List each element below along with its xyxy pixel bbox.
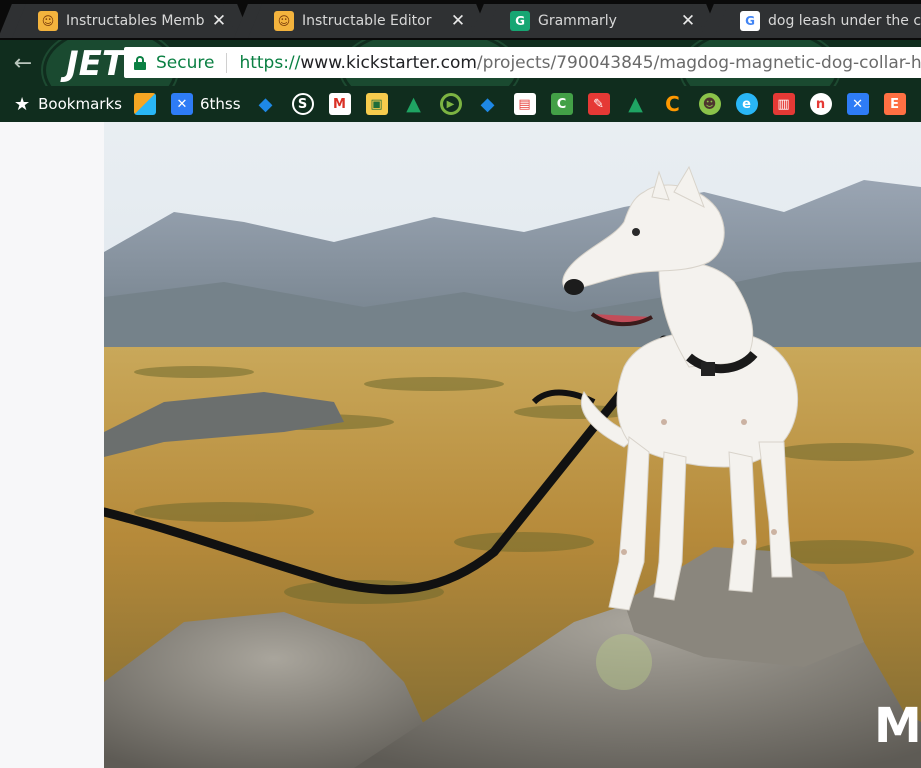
hero-image: M <box>104 122 921 768</box>
dog-on-rock-photo: M <box>104 122 921 768</box>
url-host: www.kickstarter.com <box>300 52 477 73</box>
browser-toolbar: JETS ← Secure https:// www.kickstarter.c… <box>0 40 921 86</box>
close-icon[interactable]: ✕ <box>211 11 227 31</box>
tab-title: Grammarly <box>538 13 617 29</box>
e-square-icon[interactable]: E <box>883 93 906 115</box>
paint-icon[interactable]: ✎ <box>587 93 610 115</box>
star-icon: ★ <box>14 93 31 115</box>
back-button[interactable]: ← <box>10 50 36 76</box>
globe-e-icon[interactable]: e <box>735 93 758 115</box>
close-icon[interactable]: ✕ <box>680 11 696 31</box>
lock-icon <box>134 55 146 70</box>
bookmarks-label[interactable]: Bookmarks <box>38 95 122 113</box>
instructables-icon: ☺ <box>274 11 294 31</box>
bookmarks-bar: ★ Bookmarks ✕ 6thss ◆ S M ▣ ▲ ▶ ◆ ▤ C ✎ … <box>0 86 921 122</box>
tab-title: Instructable Editor <box>302 13 432 29</box>
zombie-icon[interactable]: ☻ <box>698 93 721 115</box>
close-icon[interactable]: ✕ <box>450 11 466 31</box>
watermark-logo: M <box>874 698 921 754</box>
store-icon[interactable]: ▤ <box>513 93 536 115</box>
tab-strip: ☺ Instructables Membe ✕ ☺ Instructable E… <box>0 0 921 40</box>
diamond-icon[interactable]: ◆ <box>477 93 499 115</box>
gmail-icon[interactable]: M <box>328 93 351 115</box>
grammarly-icon: G <box>510 11 530 31</box>
tab-google-search[interactable]: G dog leash under the c <box>714 4 921 38</box>
tab-title: Instructables Membe <box>66 13 205 29</box>
tab-instructables-member[interactable]: ☺ Instructables Membe ✕ <box>12 4 237 38</box>
bars-icon[interactable]: ▥ <box>772 93 795 115</box>
tab-title: dog leash under the c <box>768 13 921 29</box>
cross-x-icon[interactable]: ✕ <box>846 93 869 115</box>
instructables-icon: ☺ <box>38 11 58 31</box>
security-label: Secure <box>156 52 215 73</box>
s-circle-icon[interactable]: S <box>291 93 314 115</box>
folder-colorful-icon[interactable] <box>133 93 156 115</box>
tab-instructable-editor[interactable]: ☺ Instructable Editor ✕ <box>248 4 476 38</box>
pacman-c-icon[interactable]: C <box>662 92 684 116</box>
diamond-icon[interactable]: ◆ <box>255 93 277 115</box>
cross-x-icon[interactable]: ✕ <box>170 93 193 115</box>
url-path: /projects/790043845/magdog-magnetic-dog-… <box>476 52 921 73</box>
google-icon: G <box>740 11 760 31</box>
bookmark-6thss[interactable]: 6thss <box>200 95 241 113</box>
url-scheme: https:// <box>239 52 301 73</box>
google-classroom-icon[interactable]: ▣ <box>365 93 388 115</box>
google-drive-icon[interactable]: ▲ <box>625 93 647 115</box>
omnibox-divider <box>226 52 228 73</box>
page-content: M <box>0 122 921 768</box>
address-bar[interactable]: Secure https:// www.kickstarter.com /pro… <box>124 47 921 78</box>
play-ring-icon[interactable]: ▶ <box>439 93 462 115</box>
n-circle-icon[interactable]: n <box>809 93 832 115</box>
google-drive-icon[interactable]: ▲ <box>403 93 425 115</box>
tab-grammarly[interactable]: G Grammarly ✕ <box>484 4 706 38</box>
c-square-icon[interactable]: C <box>550 93 573 115</box>
